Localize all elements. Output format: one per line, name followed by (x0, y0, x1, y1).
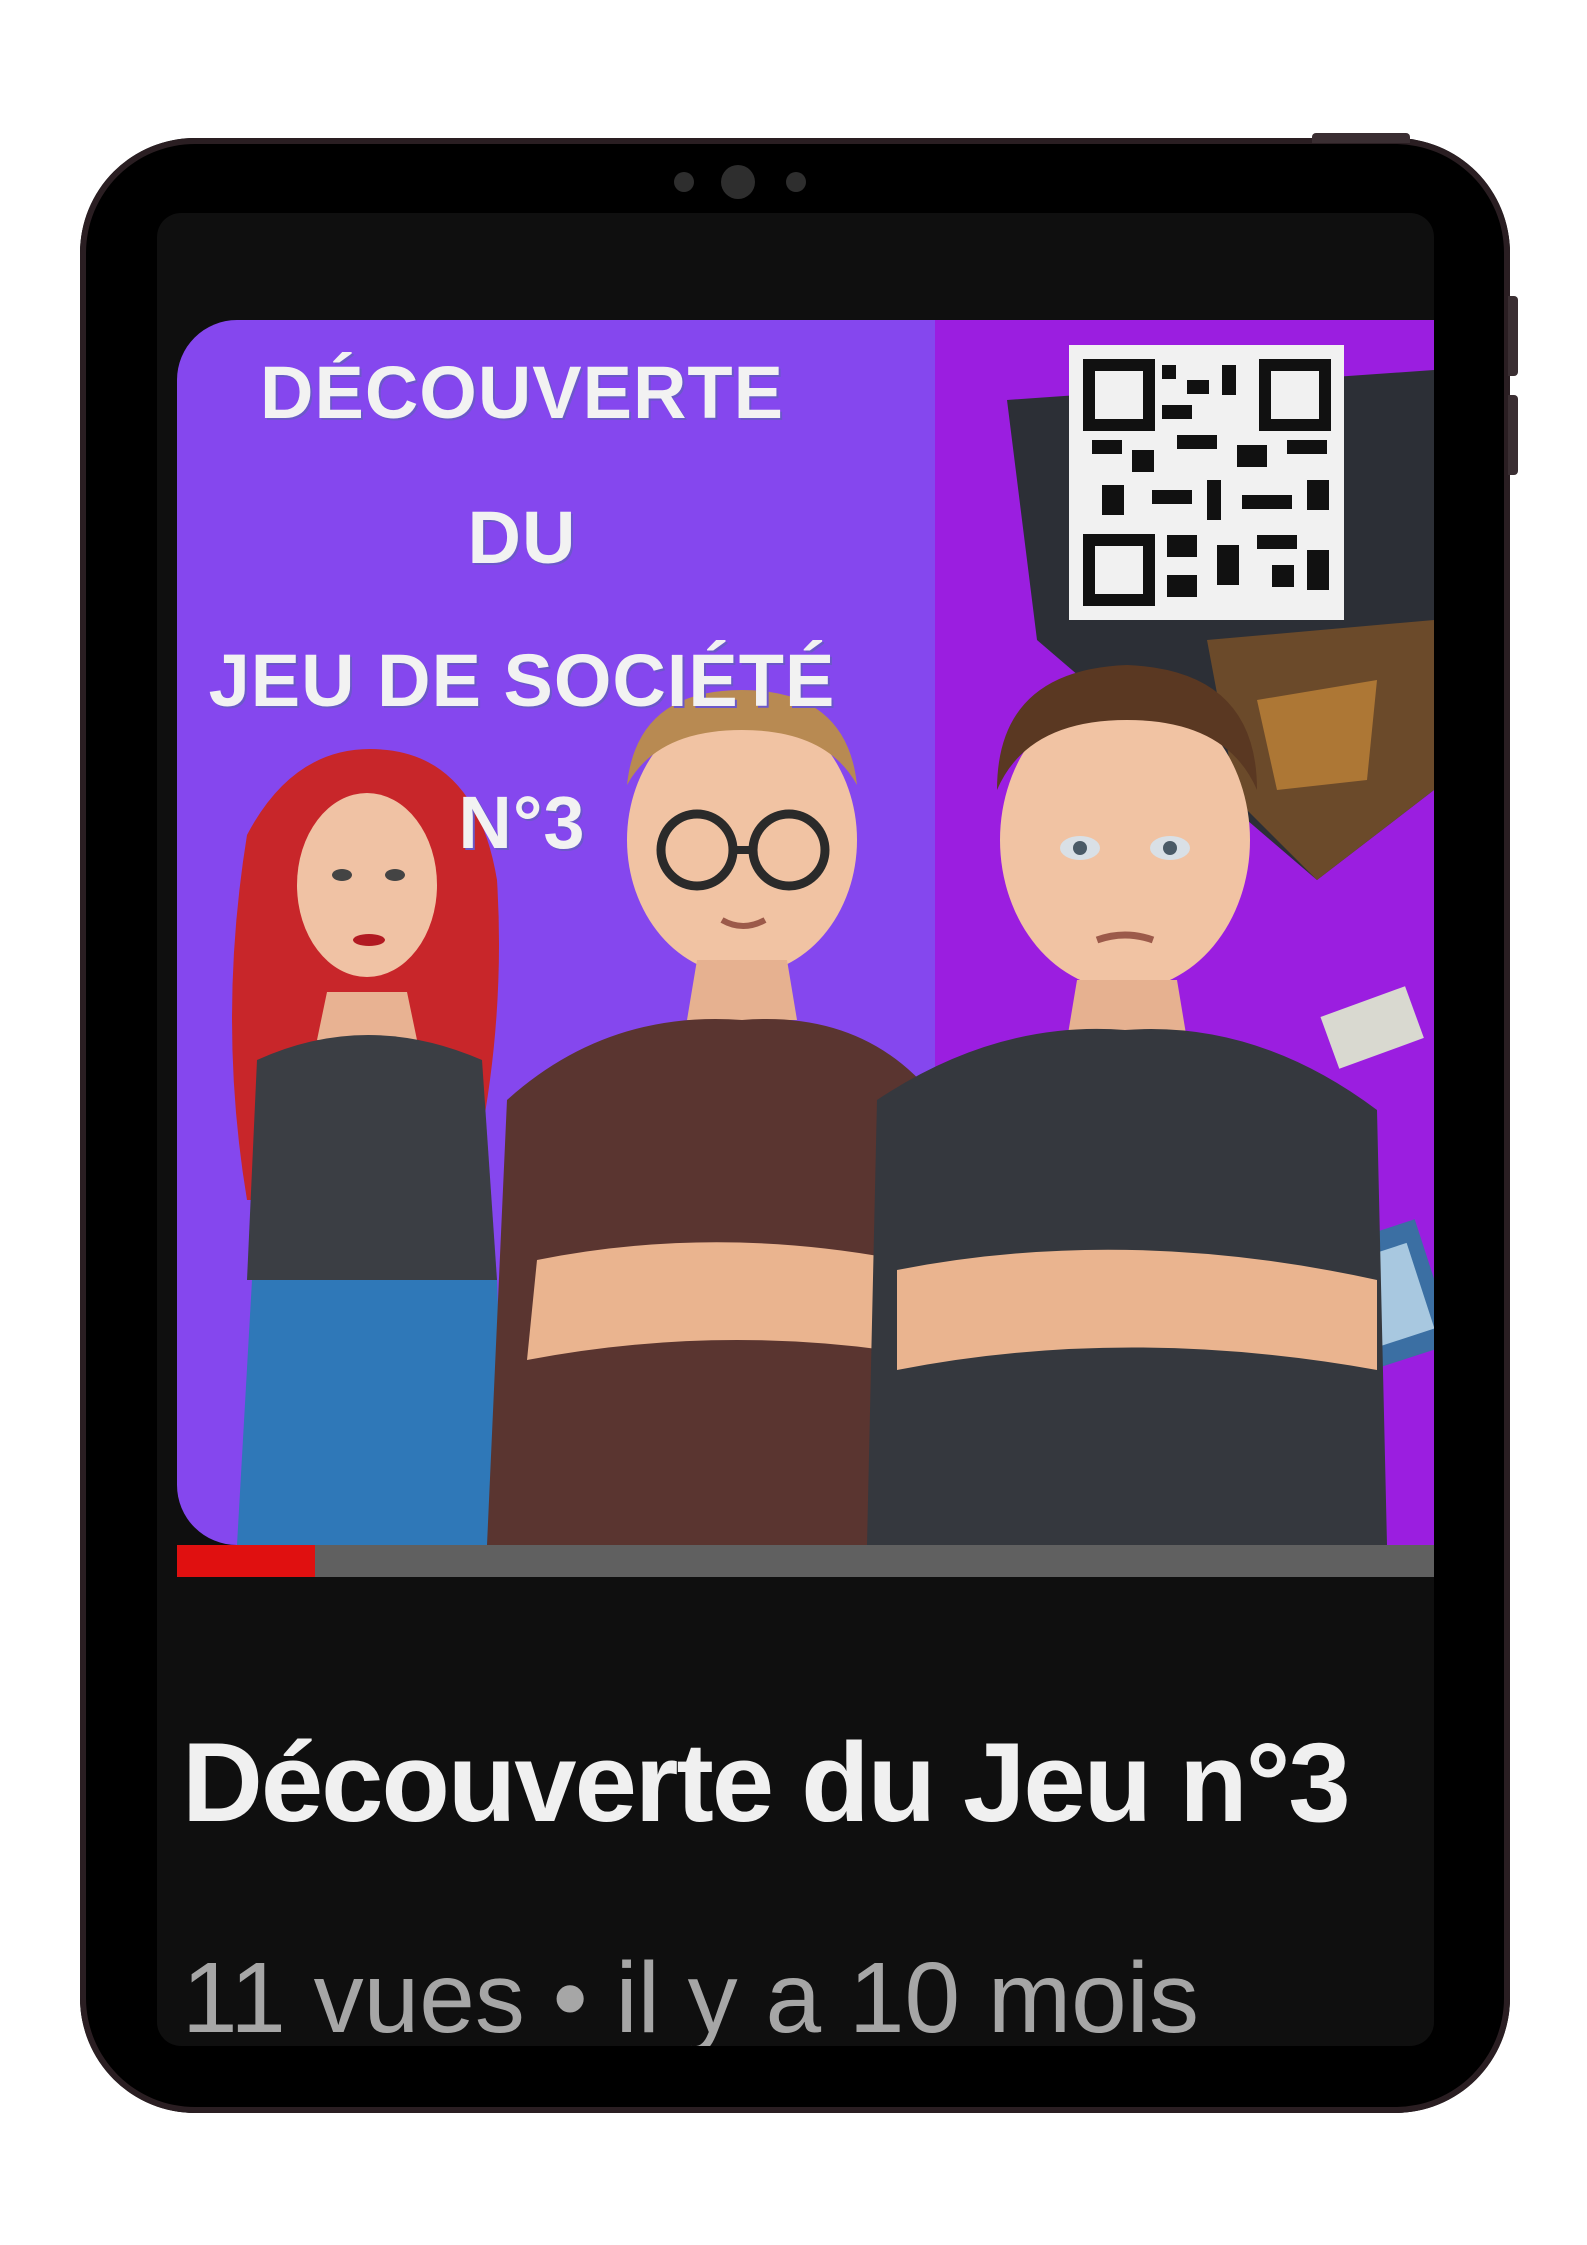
device-screen: DÉCOUVERTE DU JEU DE SOCIÉTÉ N°3 Découve… (157, 213, 1434, 2046)
thumbnail-title-line-3: JEU DE SOCIÉTÉ (208, 639, 836, 722)
front-camera (721, 165, 755, 199)
thumbnail-title-line-1: DÉCOUVERTE (260, 351, 784, 434)
view-count: 11 vues (182, 1942, 525, 2046)
thumbnail-title-line-2: DU (467, 496, 577, 579)
volume-down-button (1508, 395, 1518, 475)
woman-avatar (232, 749, 507, 1545)
upload-age: il y a 10 mois (615, 1942, 1199, 2046)
watch-progress-fill (177, 1545, 316, 1577)
meta-separator: • (552, 1942, 588, 2046)
volume-up-button (1508, 296, 1518, 376)
watch-progress-bar (177, 1545, 1434, 1577)
sensor-dot (674, 172, 694, 192)
camera-flash (786, 172, 806, 192)
thumbnail-title-line-4: N°3 (458, 781, 586, 864)
video-metadata: 11 vues • il y a 10 mois (182, 1941, 1199, 2046)
video-title[interactable]: Découverte du Jeu n°3 (182, 1718, 1351, 1847)
video-thumbnail[interactable]: DÉCOUVERTE DU JEU DE SOCIÉTÉ N°3 (177, 320, 1434, 1545)
qr-code (1069, 345, 1344, 620)
power-button (1312, 133, 1410, 143)
